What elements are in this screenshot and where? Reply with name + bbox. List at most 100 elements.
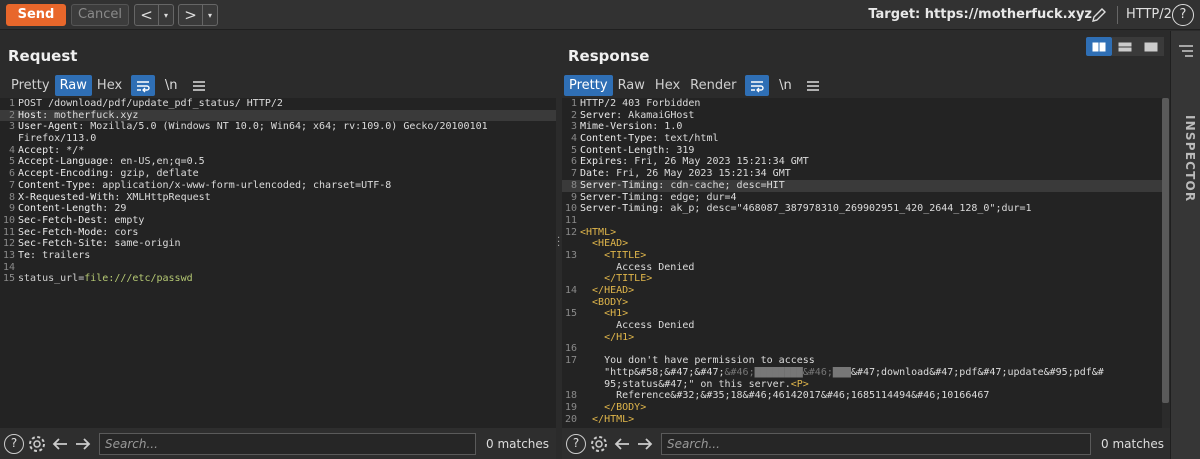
line-number: 6 — [570, 156, 577, 168]
header-name: User-Agent — [18, 121, 79, 133]
next-match-icon[interactable] — [73, 434, 93, 454]
layout-toggle — [1086, 37, 1164, 56]
inspector-menu-icon[interactable] — [1178, 44, 1194, 58]
line-content: Accept-Language: en-US,en;q=0.5 — [18, 156, 205, 168]
line-content: </H1> — [580, 332, 634, 344]
protocol-label[interactable]: HTTP/2 — [1126, 7, 1172, 22]
forward-arrow-icon: > — [179, 5, 203, 25]
line-number — [562, 320, 580, 332]
request-search-input[interactable]: Search... — [99, 432, 476, 455]
line-number: 11 — [2, 226, 15, 238]
request-editor[interactable]: 1 POST /download/pdf/update_pdf_status/ H… — [0, 98, 556, 428]
edit-target-icon[interactable] — [1089, 5, 1109, 25]
response-editor[interactable]: 1 HTTP/2 403 Forbidden 2 Server: AkamaiGHos… — [562, 98, 1162, 428]
tab-pretty[interactable]: Pretty — [564, 75, 613, 96]
code-line: 15 <H1> — [562, 308, 1162, 320]
header-value: */* — [60, 144, 85, 156]
split-vertical-icon[interactable] — [1112, 37, 1138, 56]
code-line: 11 Sec-Fetch-Mode: cors — [0, 227, 556, 239]
tab-raw[interactable]: Raw — [613, 75, 650, 96]
cancel-button[interactable]: Cancel — [71, 4, 129, 26]
chevron-down-icon[interactable]: ▾ — [159, 11, 173, 20]
show-newlines-icon[interactable]: \n — [159, 75, 183, 96]
header-name: Mime-Version — [580, 121, 653, 133]
header-value: same-origin — [108, 238, 181, 250]
line-content: Expires: Fri, 26 May 2023 15:21:34 GMT — [580, 156, 809, 168]
tab-raw[interactable]: Raw — [54, 75, 92, 96]
help-icon[interactable]: ? — [4, 433, 24, 454]
match-count: 0 matches — [1101, 436, 1165, 451]
menu-icon[interactable] — [187, 75, 211, 96]
header-value: cdn-cache; desc=HIT — [664, 179, 785, 191]
header-name: Host — [18, 109, 43, 121]
html-tag: </TITLE> — [580, 273, 653, 285]
next-match-icon[interactable] — [635, 434, 655, 454]
splitter-grip-icon[interactable]: · · · — [557, 234, 560, 252]
gear-icon[interactable] — [27, 434, 47, 454]
line-content: Server: AkamaiGHost — [580, 110, 694, 122]
code-line: 18 Reference&#32;&#35;18&#46;46142017&#4… — [562, 390, 1162, 402]
wrap-lines-icon[interactable] — [745, 75, 770, 96]
code-line: 7 Content-Type: application/x-www-form-ur… — [0, 180, 556, 192]
code-line: <HEAD> — [562, 238, 1162, 250]
header-value: Mozilla/5.0 (Windows NT 10.0; Win64; x64… — [84, 121, 488, 133]
body-text: "http&#58;&#47;&#47; — [580, 366, 725, 378]
header-name: X-Requested-With — [18, 191, 115, 203]
line-content: </TITLE> — [580, 273, 652, 285]
split-horizontal-icon[interactable] — [1086, 37, 1112, 56]
html-tag: <HEAD> — [580, 238, 629, 250]
forward-button[interactable]: > ▾ — [178, 4, 218, 26]
line-content: </HEAD> — [580, 285, 634, 297]
header-name: Server-Timing — [580, 191, 659, 203]
line-number: 11 — [564, 214, 577, 226]
back-button[interactable]: < ▾ — [134, 4, 174, 26]
line-content: Content-Length: 319 — [580, 145, 694, 157]
wrap-lines-icon[interactable] — [131, 75, 156, 96]
code-line: 2 Host: motherfuck.xyz — [0, 109, 556, 122]
menu-icon[interactable] — [801, 75, 825, 96]
line-content: You don't have permission to access — [580, 355, 815, 367]
header-value: AkamaiGHost — [622, 109, 695, 121]
tab-hex[interactable]: Hex — [92, 75, 127, 96]
target-label: Target: https://motherfuck.xyz — [868, 7, 1092, 22]
send-button[interactable]: Send — [6, 4, 66, 26]
header-name: Content-Length — [18, 203, 103, 215]
line-number: 5 — [570, 144, 577, 156]
header-value: Fri, 26 May 2023 15:21:34 GMT — [628, 156, 809, 168]
tab-pretty[interactable]: Pretty — [6, 75, 55, 96]
code-line: 13 <TITLE> — [562, 250, 1162, 262]
line-number: 18 — [564, 390, 577, 402]
tabs-layout-icon[interactable] — [1138, 37, 1164, 56]
tab-hex[interactable]: Hex — [650, 75, 685, 96]
code-line: 15 status_url=file:///etc/passwd — [0, 273, 556, 285]
body-text: You don't have permission to access — [580, 355, 815, 367]
response-search-input[interactable]: Search... — [661, 432, 1091, 455]
inspector-tab[interactable]: INSPECTOR — [1173, 111, 1199, 211]
line-content: X-Requested-With: XMLHttpRequest — [18, 192, 211, 204]
code-line: "http&#58;&#47;&#47;&#46;████████&#46;██… — [562, 367, 1162, 379]
help-icon[interactable]: ? — [566, 433, 586, 454]
code-line: 14 </HEAD> — [562, 285, 1162, 297]
show-newlines-icon[interactable]: \n — [773, 75, 797, 96]
chevron-down-icon[interactable]: ▾ — [203, 11, 217, 20]
html-tag: <H1> — [580, 308, 629, 320]
line-content: Content-Type: text/html — [580, 133, 719, 145]
gear-icon[interactable] — [589, 434, 609, 454]
previous-match-icon[interactable] — [612, 434, 632, 454]
line-content: Server-Timing: edge; dur=4 — [580, 192, 737, 204]
code-line: 10 Sec-Fetch-Dest: empty — [0, 215, 556, 227]
tab-render[interactable]: Render — [685, 75, 741, 96]
line-content: Firefox/113.0 — [18, 133, 96, 145]
code-line: 4 Content-Type: text/html — [562, 133, 1162, 145]
code-line: 6 Expires: Fri, 26 May 2023 15:21:34 GMT — [562, 156, 1162, 168]
code-line: 7 Date: Fri, 26 May 2023 15:21:34 GMT — [562, 168, 1162, 180]
previous-match-icon[interactable] — [50, 434, 70, 454]
request-title: Request — [8, 47, 78, 65]
html-tag: </HEAD> — [580, 285, 635, 296]
code-line: </TITLE> — [562, 273, 1162, 285]
help-icon[interactable]: ? — [1172, 4, 1194, 26]
code-line: 3 Mime-Version: 1.0 — [562, 121, 1162, 133]
code-line: 19 </BODY> — [562, 402, 1162, 414]
line-number: 14 — [564, 285, 577, 296]
response-scrollbar[interactable] — [1162, 98, 1169, 403]
